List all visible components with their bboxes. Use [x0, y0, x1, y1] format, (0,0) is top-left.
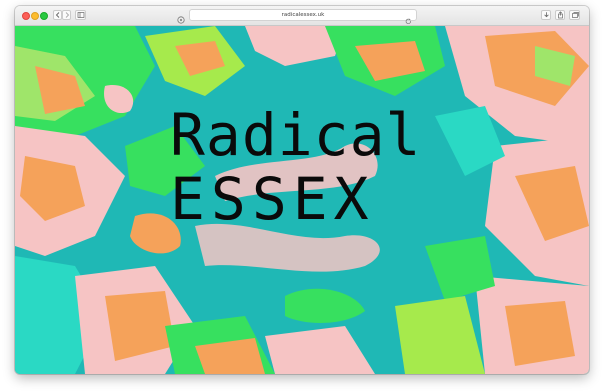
title-line-1: Radical: [170, 101, 422, 169]
forward-button[interactable]: [62, 10, 71, 20]
maximize-window-button[interactable]: [40, 12, 48, 20]
minimize-window-button[interactable]: [31, 12, 39, 20]
close-window-button[interactable]: [22, 12, 30, 20]
browser-toolbar: radicalessex.uk: [15, 6, 589, 26]
tabs-icon: [572, 12, 579, 18]
download-icon: [544, 12, 549, 18]
page-hero: Radical ESSEX: [15, 26, 589, 374]
address-bar[interactable]: radicalessex.uk: [189, 9, 417, 24]
back-icon: [55, 12, 60, 18]
site-title: Radical ESSEX: [170, 106, 470, 228]
url-text: radicalessex.uk: [281, 12, 325, 18]
download-button[interactable]: [541, 10, 551, 20]
share-button[interactable]: [555, 10, 565, 20]
browser-window: radicalessex.uk Radical ESSEX: [15, 6, 589, 374]
tabs-button[interactable]: [569, 10, 580, 20]
sidebar-button[interactable]: [75, 10, 86, 20]
title-line-2: ESSEX: [170, 165, 375, 233]
forward-icon: [65, 12, 70, 18]
back-button[interactable]: [53, 10, 62, 20]
share-icon: [558, 11, 563, 19]
sidebar-icon: [77, 12, 85, 18]
